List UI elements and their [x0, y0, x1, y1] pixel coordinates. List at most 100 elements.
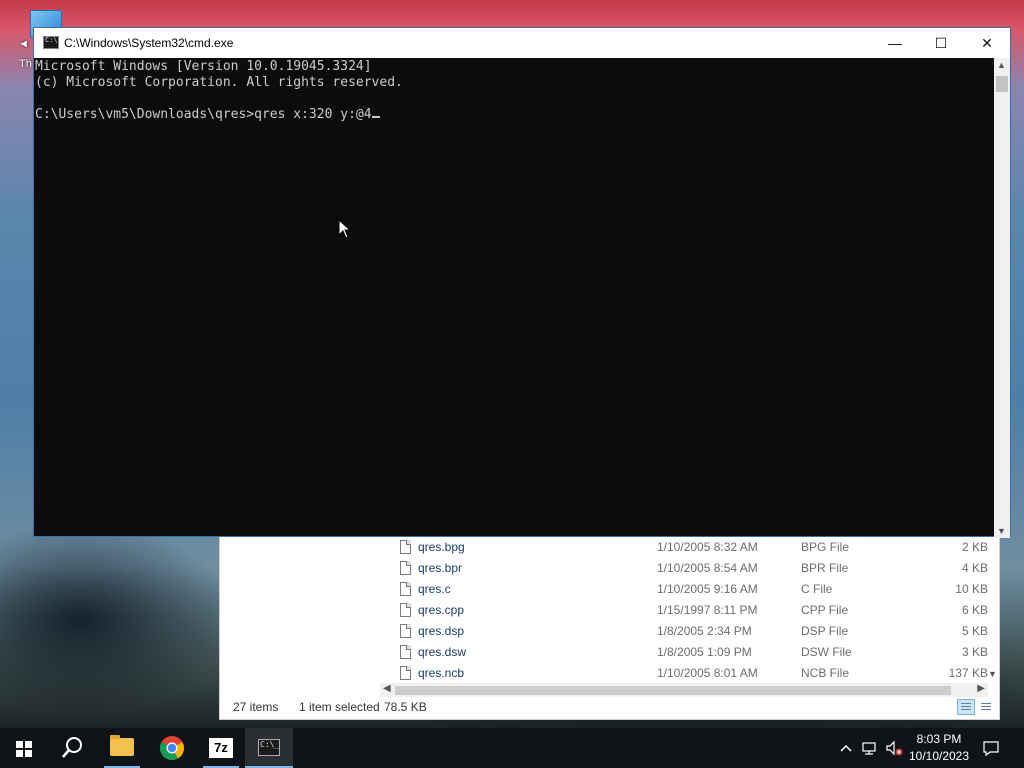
- file-icon: [400, 624, 411, 638]
- volume-button[interactable]: [884, 738, 904, 758]
- file-size: 2 KB: [961, 540, 988, 554]
- search-icon: [62, 737, 82, 758]
- console-line: ​: [35, 91, 996, 107]
- windows-logo-icon: [16, 741, 32, 757]
- scroll-down-icon[interactable]: ▼: [988, 669, 997, 679]
- file-size: 10 KB: [955, 582, 988, 596]
- minimize-button[interactable]: —: [872, 28, 918, 58]
- scroll-left-icon[interactable]: ◀: [383, 683, 391, 694]
- volume-muted-icon: [886, 740, 903, 756]
- file-date: 1/8/2005 2:34 PM: [657, 624, 752, 638]
- cmd-window[interactable]: C:\Windows\System32\cmd.exe — ☐ ✕ Micros…: [33, 27, 1011, 538]
- file-explorer-window: qres.bpg 1/10/2005 8:32 AM BPG File 2 KB…: [219, 536, 1000, 720]
- file-size: 5 KB: [961, 624, 988, 638]
- console-line: Microsoft Windows [Version 10.0.19045.33…: [35, 59, 372, 74]
- file-icon: [400, 561, 411, 575]
- file-list: qres.bpg 1/10/2005 8:32 AM BPG File 2 KB…: [380, 537, 988, 683]
- explorer-status-bar: 27 items 1 item selected 78.5 KB: [220, 695, 999, 719]
- 7zip-icon: 7z: [209, 738, 233, 758]
- file-size: 137 KB: [948, 666, 988, 680]
- console-command: C:\Users\vm5\Downloads\qres>qres x:320 y…: [35, 107, 372, 122]
- file-name: qres.dsp: [418, 624, 465, 638]
- desktop-shortcut-arrow: ◄: [18, 38, 29, 50]
- file-size: 3 KB: [961, 645, 988, 659]
- network-icon: [862, 742, 876, 755]
- text-cursor: [371, 116, 380, 118]
- scroll-down-icon[interactable]: ▼: [997, 526, 1006, 536]
- scroll-up-icon[interactable]: ▲: [997, 60, 1006, 70]
- console-line: (c) Microsoft Corporation. All rights re…: [35, 75, 403, 90]
- chevron-up-icon: [840, 744, 852, 752]
- scroll-thumb[interactable]: [996, 76, 1008, 92]
- file-date: 1/10/2005 8:54 AM: [657, 561, 758, 575]
- file-row[interactable]: qres.bpg 1/10/2005 8:32 AM BPG File 2 KB: [380, 537, 988, 558]
- taskbar-chrome[interactable]: [148, 728, 196, 768]
- folder-icon: [110, 735, 134, 756]
- details-view-button[interactable]: [957, 699, 975, 715]
- file-icon: [400, 603, 411, 617]
- item-count: 27 items: [233, 700, 279, 714]
- maximize-button[interactable]: ☐: [918, 28, 964, 58]
- file-date: 1/8/2005 1:09 PM: [657, 645, 752, 659]
- show-hidden-icons-button[interactable]: [836, 738, 856, 758]
- network-button[interactable]: [860, 738, 880, 758]
- explorer-vertical-scrollbar[interactable]: ▼: [986, 537, 999, 683]
- file-icon: [400, 540, 411, 554]
- file-type: NCB File: [801, 666, 850, 680]
- search-button[interactable]: [48, 728, 96, 768]
- file-name: qres.ncb: [418, 666, 465, 680]
- cmd-vertical-scrollbar[interactable]: ▲ ▼: [994, 58, 1010, 538]
- tiles-view-button[interactable]: [977, 699, 995, 715]
- details-view-icon: [961, 703, 971, 711]
- file-row[interactable]: qres.cpp 1/15/1997 8:11 PM CPP File 6 KB: [380, 600, 988, 621]
- file-row[interactable]: qres.bpr 1/10/2005 8:54 AM BPR File 4 KB: [380, 558, 988, 579]
- file-row[interactable]: qres.dsw 1/8/2005 1:09 PM DSW File 3 KB: [380, 642, 988, 663]
- file-row[interactable]: qres.ncb 1/10/2005 8:01 AM NCB File 137 …: [380, 663, 988, 683]
- selected-count: 1 item selected: [299, 700, 380, 714]
- taskbar-command-prompt[interactable]: [245, 728, 293, 768]
- file-row[interactable]: qres.c 1/10/2005 9:16 AM C File 10 KB: [380, 579, 988, 600]
- desktop-shortcut-label[interactable]: Th: [19, 58, 32, 70]
- clock-time: 8:03 PM: [916, 732, 962, 746]
- scroll-thumb[interactable]: [395, 686, 951, 695]
- close-button[interactable]: ✕: [964, 28, 1010, 58]
- cmd-titlebar[interactable]: C:\Windows\System32\cmd.exe — ☐ ✕: [34, 28, 1010, 58]
- console-output[interactable]: Microsoft Windows [Version 10.0.19045.33…: [34, 58, 996, 538]
- cmd-app-icon[interactable]: [43, 36, 59, 49]
- selected-size: 78.5 KB: [384, 700, 427, 714]
- file-type: CPP File: [801, 603, 849, 617]
- window-title: C:\Windows\System32\cmd.exe: [64, 36, 234, 50]
- file-date: 1/10/2005 8:32 AM: [657, 540, 758, 554]
- file-icon: [400, 666, 411, 680]
- file-type: C File: [801, 582, 833, 596]
- file-icon: [400, 645, 411, 659]
- file-date: 1/10/2005 9:16 AM: [657, 582, 758, 596]
- file-row[interactable]: qres.dsp 1/8/2005 2:34 PM DSP File 5 KB: [380, 621, 988, 642]
- file-type: DSP File: [801, 624, 849, 638]
- taskbar-file-explorer[interactable]: [98, 728, 146, 768]
- file-name: qres.dsw: [418, 645, 467, 659]
- clock-date: 10/10/2023: [908, 749, 970, 763]
- file-icon: [400, 582, 411, 596]
- scroll-right-icon[interactable]: ▶: [977, 683, 985, 694]
- file-name: qres.cpp: [418, 603, 465, 617]
- cmd-icon: [258, 739, 280, 756]
- file-size: 4 KB: [961, 561, 988, 575]
- taskbar-7zip[interactable]: 7z: [197, 728, 245, 768]
- file-type: DSW File: [801, 645, 852, 659]
- console-prompt-line[interactable]: C:\Users\vm5\Downloads\qres>qres x:320 y…: [35, 107, 996, 123]
- notification-icon: [983, 741, 999, 757]
- file-date: 1/15/1997 8:11 PM: [657, 603, 758, 617]
- start-button[interactable]: [0, 728, 48, 768]
- action-center-button[interactable]: [981, 738, 1001, 758]
- file-date: 1/10/2005 8:01 AM: [657, 666, 758, 680]
- tiles-view-icon: [981, 703, 991, 711]
- chrome-icon: [159, 736, 184, 761]
- file-name: qres.bpr: [418, 561, 463, 575]
- file-size: 6 KB: [961, 603, 988, 617]
- file-name: qres.c: [418, 582, 451, 596]
- mouse-pointer-icon: [338, 219, 352, 239]
- taskbar: 7z 8:03 PM 10/10/2023: [0, 728, 1024, 768]
- taskbar-clock[interactable]: 8:03 PM 10/10/2023: [904, 731, 974, 765]
- file-name: qres.bpg: [418, 540, 465, 554]
